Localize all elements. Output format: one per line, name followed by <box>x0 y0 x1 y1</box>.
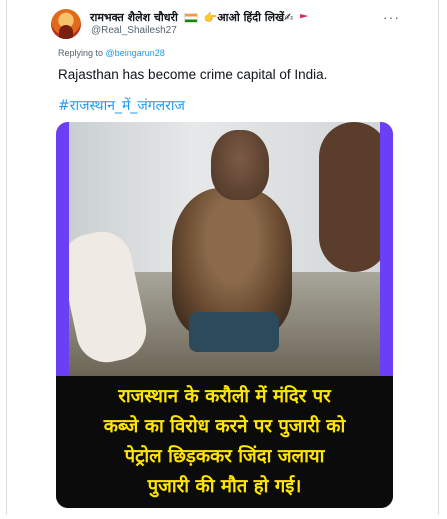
more-options-icon[interactable]: ··· <box>383 9 400 25</box>
caption-line: पेट्रोल छिड़ककर जिंदा जलाया <box>124 446 325 467</box>
caption-line: कब्जे का विरोध करने पर पुजारी को <box>103 416 346 437</box>
replying-to-link[interactable]: @beingarun28 <box>106 48 165 58</box>
media-caption: राजस्थान के करौली में मंदिर पर कब्जे का … <box>56 376 393 508</box>
india-flag-icon <box>183 13 198 23</box>
photo-bystander-right <box>319 122 380 272</box>
media-photo <box>69 122 380 376</box>
photo-person-head <box>211 130 269 200</box>
display-name-row[interactable]: रामभक्त शैलेश चौधरी 👉आओ हिंदी लिखें✍ <box>90 10 309 25</box>
tweet-text: Rajasthan has become crime capital of In… <box>58 67 328 82</box>
photo-person-shorts <box>189 312 279 352</box>
replying-to: Replying to @beingarun28 <box>58 48 165 58</box>
replying-to-prefix: Replying to <box>58 48 104 58</box>
display-name[interactable]: रामभक्त शैलेश चौधरी <box>90 11 178 24</box>
hashtag-link[interactable]: #राजस्थान_में_जंगलराज <box>58 96 185 115</box>
user-handle[interactable]: @Real_Shailesh27 <box>91 25 177 36</box>
red-flag-icon <box>300 14 309 19</box>
display-name-suffix: 👉आओ हिंदी लिखें✍ <box>203 11 294 24</box>
caption-line: पुजारी की मौत हो गई। <box>147 476 302 497</box>
tweet-media[interactable]: राजस्थान के करौली में मंदिर पर कब्जे का … <box>56 122 393 508</box>
caption-line: राजस्थान के करौली में मंदिर पर <box>118 386 331 407</box>
user-avatar[interactable] <box>51 9 81 39</box>
